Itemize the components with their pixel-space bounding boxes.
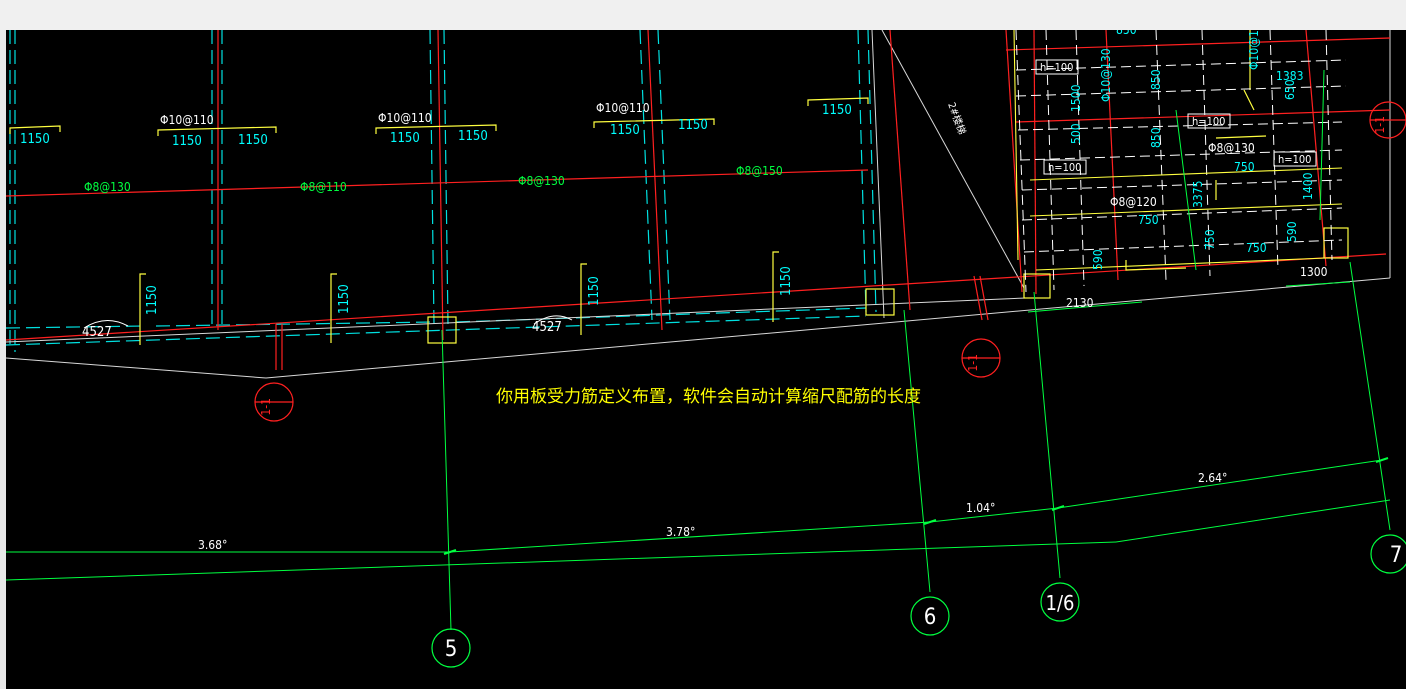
- detail-value: 3375: [1191, 181, 1205, 208]
- axis-label: 7: [1390, 543, 1403, 568]
- detail-value: 750: [1138, 213, 1159, 227]
- dimension-label: 1300: [1300, 265, 1328, 279]
- axis-label: 1/6: [1046, 591, 1075, 615]
- rebar-spec-label: Φ8@130: [518, 174, 565, 188]
- vertical-bar-label: 1150: [779, 266, 794, 296]
- stair-detail-misc: Φ10@130 Φ10@1: [1099, 30, 1261, 102]
- bar-length-label: 1150: [822, 103, 852, 118]
- axis-bubble-labels: 5 6 1/6 7: [445, 543, 1403, 662]
- detail-value: 850: [1149, 127, 1163, 148]
- cad-drawing-svg: 1150 1150 1150 1150 1150 1150 1150 1150 …: [6, 30, 1406, 668]
- detail-value: Φ8@120: [1110, 195, 1157, 209]
- axis-label: 6: [924, 605, 937, 630]
- detail-spec: Φ10@1: [1247, 30, 1261, 70]
- detail-value: 850: [1149, 69, 1163, 90]
- vertical-bar-label: 1150: [337, 284, 352, 314]
- vertical-bar-label: 1150: [587, 276, 602, 306]
- rebar-spec-label: Φ8@130: [84, 180, 131, 194]
- rebar-spec-label: Φ10@110: [596, 101, 650, 115]
- bar-length-label: 1150: [172, 134, 202, 149]
- bar-length-label: 1150: [20, 132, 50, 147]
- red-rebar-lines: [6, 30, 1391, 370]
- axis-ticks: [443, 457, 1389, 555]
- detail-value: 650: [1283, 79, 1297, 100]
- section-mark-label: 1-1: [1373, 116, 1387, 134]
- bar-length-label: 1150: [458, 129, 488, 144]
- rebar-spec-label: Φ10@110: [378, 111, 432, 125]
- bottom-rebar-spec-labels: Φ8@130 Φ8@110 Φ8@130 Φ8@150: [84, 164, 783, 194]
- detail-value: 590: [1285, 221, 1299, 242]
- radius-label: 4527: [82, 325, 112, 340]
- dimension-label: 2130: [1066, 296, 1094, 310]
- bar-length-label: 1150: [390, 131, 420, 146]
- detail-spec: Φ10@130: [1099, 48, 1113, 102]
- bar-length-label: 1150: [678, 118, 708, 133]
- axis-lines: [6, 261, 1391, 631]
- angle-dimension-label: 1.04°: [966, 501, 995, 515]
- stair-label: 2#楼梯: [945, 101, 969, 137]
- detail-value: 590: [1091, 249, 1105, 270]
- vertical-bar-labels: 1150 1150 1150 1150: [145, 266, 794, 315]
- slab-thickness-label: h=100: [1278, 153, 1311, 166]
- detail-value: 750: [1234, 160, 1255, 174]
- radius-label: 4527: [532, 320, 562, 335]
- rebar-spec-label: Φ8@150: [736, 164, 783, 178]
- top-rebar-spec-labels: Φ10@110 Φ10@110 Φ10@110: [160, 101, 650, 127]
- detail-value: 850: [1116, 30, 1137, 37]
- section-mark-labels: 1-1 1-1 1-1: [259, 116, 1387, 416]
- slab-thickness-label: h=100: [1040, 61, 1073, 74]
- cad-drawing-canvas[interactable]: 1150 1150 1150 1150 1150 1150 1150 1150 …: [6, 30, 1406, 689]
- axis-label: 5: [445, 637, 458, 662]
- detail-value: Φ8@130: [1208, 141, 1255, 155]
- annotation-text: 你用板受力筋定义布置，软件会自动计算缩尺配筋的长度: [496, 387, 921, 407]
- detail-value: 500: [1069, 123, 1083, 144]
- white-outline: [6, 30, 1391, 379]
- rebar-spec-label: Φ10@110: [160, 113, 214, 127]
- stair-dimensions: 2130 1300: [1027, 265, 1351, 313]
- angle-dimension-label: 3.78°: [666, 525, 695, 539]
- detail-value: 1500: [1069, 84, 1083, 112]
- detail-value: 750: [1246, 241, 1267, 255]
- angle-dimension-labels: 3.68° 3.78° 1.04° 2.64°: [198, 471, 1227, 552]
- section-mark-label: 1-1: [259, 398, 273, 416]
- detail-value: 1400: [1301, 172, 1315, 200]
- vertical-bar-label: 1150: [145, 285, 160, 315]
- axis-bubbles: [431, 534, 1406, 668]
- slab-thickness-label: h=100: [1048, 161, 1081, 174]
- angle-dimension-label: 3.68°: [198, 538, 227, 552]
- detail-value: 750: [1203, 229, 1217, 250]
- angle-dimension-label: 2.64°: [1198, 471, 1227, 485]
- window-title-bar: [0, 0, 1406, 31]
- rebar-spec-label: Φ8@110: [300, 180, 347, 194]
- bar-length-label: 1150: [238, 133, 268, 148]
- section-mark-label: 1-1: [966, 354, 980, 372]
- bar-length-label: 1150: [610, 123, 640, 138]
- slab-thickness-label: h=100: [1192, 115, 1225, 128]
